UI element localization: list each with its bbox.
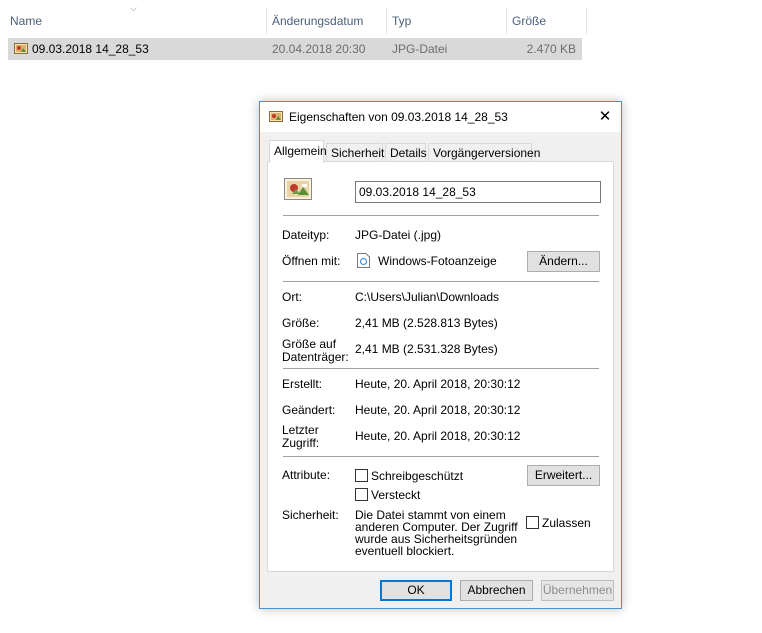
readonly-checkbox[interactable] [355,469,368,482]
column-header-size[interactable]: Größe [506,8,586,34]
divider [283,215,599,216]
dialog-titlebar[interactable]: Eigenschaften von 09.03.2018 14_28_53 ✕ [260,102,621,132]
jpg-file-large-icon [284,178,312,203]
column-header-date-label: Änderungsdatum [272,14,364,28]
advanced-button[interactable]: Erweitert... [527,465,600,486]
file-name: 09.03.2018 14_28_53 [32,42,149,56]
file-size: 2.470 KB [526,42,576,56]
location-label: Ort: [282,290,302,304]
size-value: 2,41 MB (2.528.813 Bytes) [355,316,498,330]
column-header-date[interactable]: Änderungsdatum [266,8,386,34]
accessed-value: Heute, 20. April 2018, 20:30:12 [355,429,521,443]
location-value: C:\Users\Julian\Downloads [355,290,500,304]
apply-button[interactable]: Übernehmen [541,580,614,601]
tab-details[interactable]: Details [385,143,427,162]
readonly-label[interactable]: Schreibgeschützt [371,470,463,483]
filetype-value: JPG-Datei (.jpg) [355,228,442,242]
modified-value: Heute, 20. April 2018, 20:30:12 [355,403,521,417]
dialog-title: Eigenschaften von 09.03.2018 14_28_53 [289,110,508,124]
accessed-label-line2: Zugriff: [282,436,320,450]
column-header-size-label: Größe [512,14,547,28]
column-separator[interactable] [586,8,587,34]
jpg-file-icon [14,42,28,58]
column-header-name[interactable]: Name [4,8,266,34]
security-label: Sicherheit: [282,508,339,522]
security-text-line4: eventuell blockiert. [355,544,455,558]
tab-security[interactable]: Sicherheit [326,143,384,162]
general-tab-panel: Dateityp: JPG-Datei (.jpg) Öffnen mit: W… [267,161,614,572]
opens-with-value: Windows-Fotoanzeige [378,254,497,268]
hidden-checkbox[interactable] [355,488,368,501]
size-on-disk-label-line2: Datenträger: [282,350,349,364]
table-row[interactable]: 09.03.2018 14_28_53 20.04.2018 20:30 JPG… [8,38,582,60]
attributes-label: Attribute: [282,468,331,482]
divider [283,456,599,457]
properties-dialog: Eigenschaften von 09.03.2018 14_28_53 ✕ … [259,101,622,609]
divider [283,281,599,282]
filename-input[interactable] [355,181,601,203]
column-header-type[interactable]: Typ [386,8,506,34]
opens-with-label: Öffnen mit: [282,254,341,268]
change-button[interactable]: Ändern... [527,251,600,272]
size-label: Größe: [282,316,320,330]
photo-viewer-icon [357,253,370,271]
created-label: Erstellt: [282,377,323,391]
unblock-label[interactable]: Zulassen [542,517,591,530]
ok-button[interactable]: OK [380,580,452,601]
size-on-disk-value: 2,41 MB (2.531.328 Bytes) [355,342,498,356]
close-icon[interactable]: ✕ [589,102,621,132]
tab-general[interactable]: Allgemein [269,140,327,163]
unblock-checkbox[interactable] [526,516,539,529]
hidden-label[interactable]: Versteckt [371,489,420,502]
divider [283,368,599,369]
column-header-type-label: Typ [392,14,412,28]
jpg-file-icon [269,110,283,126]
file-type: JPG-Datei [392,42,448,56]
file-date: 20.04.2018 20:30 [272,42,366,56]
created-value: Heute, 20. April 2018, 20:30:12 [355,377,521,391]
column-header-name-label: Name [10,14,43,28]
tab-previous-versions[interactable]: Vorgängerversionen [428,143,540,162]
filetype-label: Dateityp: [282,228,330,242]
modified-label: Geändert: [282,403,336,417]
cancel-button[interactable]: Abbrechen [460,580,533,601]
